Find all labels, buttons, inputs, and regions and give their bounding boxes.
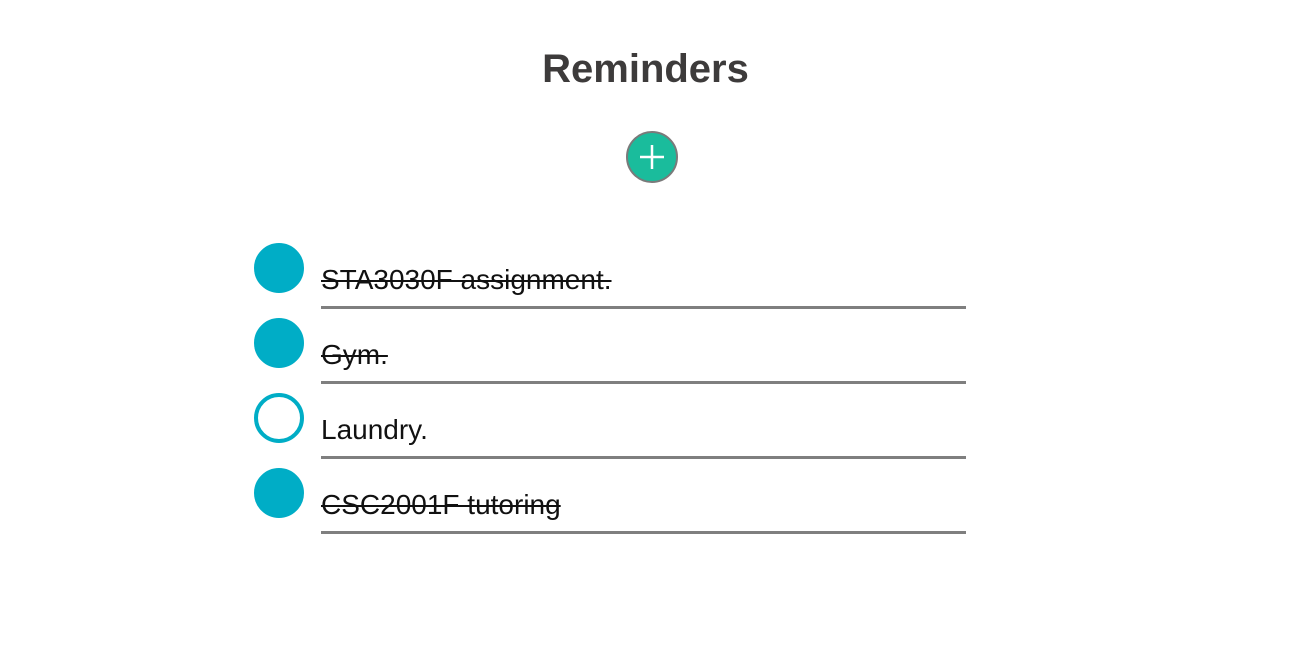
reminder-item: STA3030F assignment. [254,243,966,309]
reminder-text[interactable]: CSC2001F tutoring [321,488,966,522]
reminder-divider [321,456,966,459]
plus-icon [640,145,664,169]
reminder-checkbox[interactable] [254,318,304,368]
reminder-item: CSC2001F tutoring [254,468,966,534]
reminder-checkbox[interactable] [254,243,304,293]
reminder-text[interactable]: STA3030F assignment. [321,263,966,297]
reminder-item: Laundry. [254,393,966,459]
reminder-checkbox[interactable] [254,468,304,518]
reminder-text[interactable]: Gym. [321,338,966,372]
reminder-divider [321,306,966,309]
reminder-divider [321,381,966,384]
reminder-item: Gym. [254,318,966,384]
page-title: Reminders [542,47,749,91]
reminder-divider [321,531,966,534]
reminder-checkbox[interactable] [254,393,304,443]
add-reminder-button[interactable] [626,131,678,183]
reminder-text[interactable]: Laundry. [321,413,966,447]
